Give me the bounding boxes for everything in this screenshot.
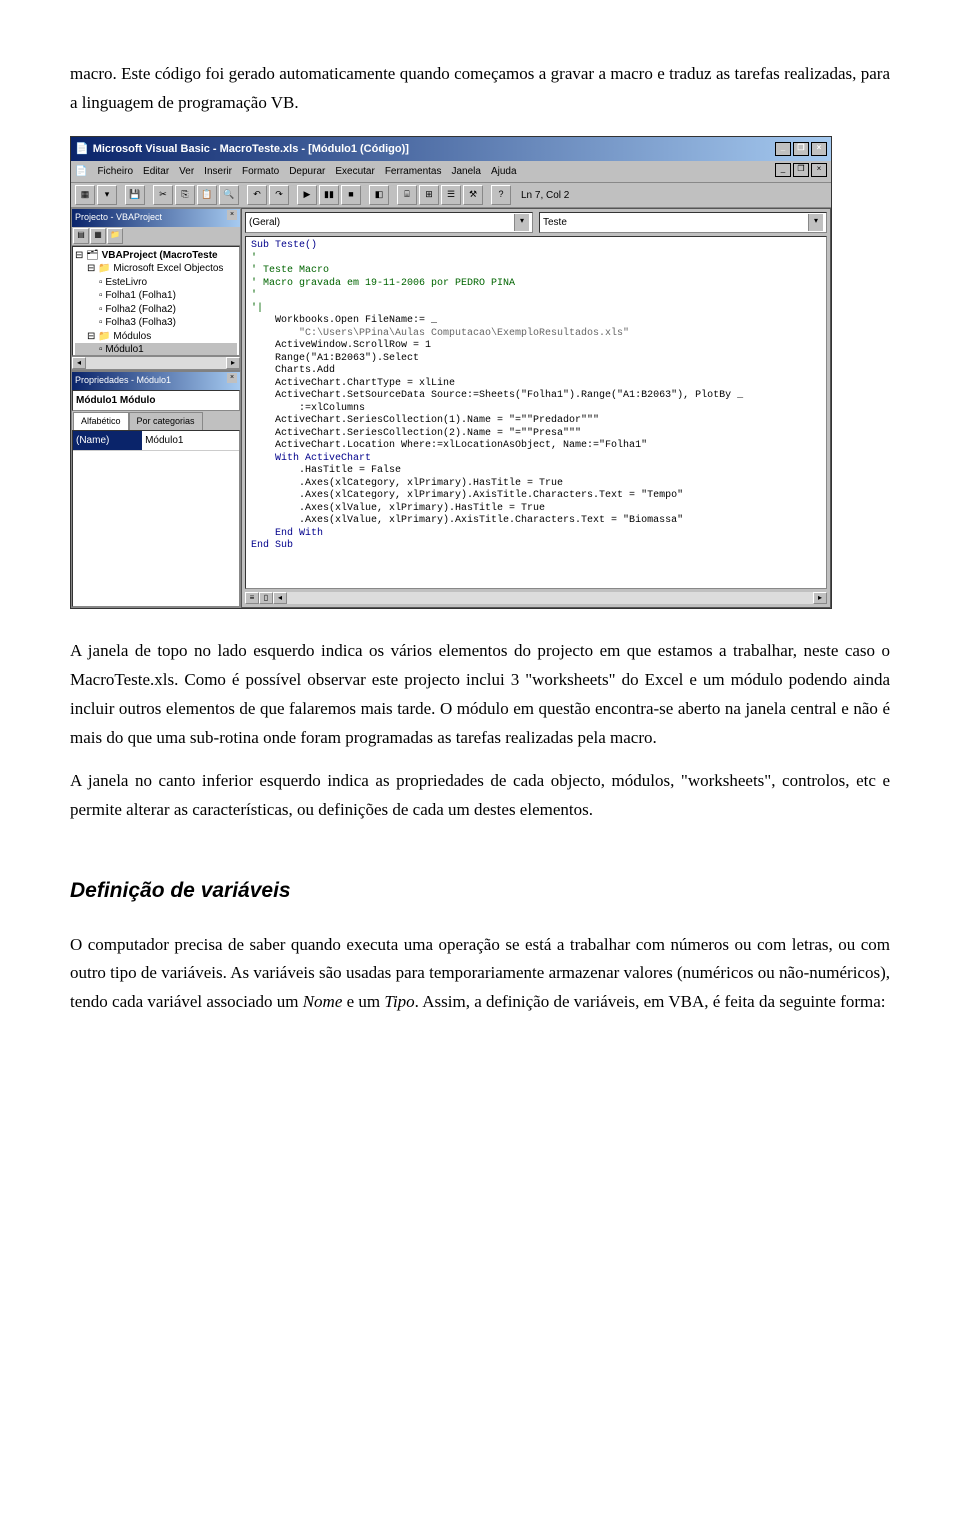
menu-file[interactable]: Ficheiro [97,163,133,180]
code-window: (Geral) ▾ Teste ▾ Sub Teste() ' ' Teste … [241,208,831,608]
properties-object-combo[interactable]: Módulo1 Módulo [72,390,240,411]
object-combo[interactable]: (Geral) ▾ [245,212,533,233]
mdi-minimize-button[interactable]: _ [775,163,791,177]
view-code-button[interactable]: ▤ [73,228,89,244]
project-panel-title: Projecto - VBAProject × [72,209,240,226]
tool-break[interactable]: ▮▮ [319,185,339,205]
view-full-icon[interactable]: ▯ [259,592,273,604]
paragraph-2: A janela de topo no lado esquerdo indica… [70,637,890,753]
menu-insert[interactable]: Inserir [204,163,232,180]
tool-project[interactable]: ⌸ [397,185,417,205]
property-row-name[interactable]: (Name) Módulo1 [73,431,239,451]
project-panel-toolbar: ▤ ▦ 📁 [72,227,240,246]
toggle-folders-button[interactable]: 📁 [107,228,123,244]
tool-insert[interactable]: ▾ [97,185,117,205]
left-column: Projecto - VBAProject × ▤ ▦ 📁 ⊟ 🗂 VBAPro… [71,208,241,608]
maximize-button[interactable]: ❐ [793,142,809,156]
property-name-label: (Name) [73,431,142,450]
tree-folder-modules[interactable]: ⊟ 📁 Módulos [75,330,237,344]
cursor-position: Ln 7, Col 2 [521,187,569,204]
main-area: Projecto - VBAProject × ▤ ▦ 📁 ⊟ 🗂 VBAPro… [71,208,831,608]
tree-folha2[interactable]: ▫ Folha2 (Folha2) [75,303,237,317]
tree-folha3[interactable]: ▫ Folha3 (Folha3) [75,316,237,330]
properties-tabs: Alfabético Por categorias [72,411,240,430]
properties-panel: Propriedades - Módulo1 × Módulo1 Módulo … [71,370,241,608]
mdi-close-button[interactable]: × [811,163,827,177]
chevron-down-icon[interactable]: ▾ [514,214,529,231]
app-icon: 📄 [75,140,89,159]
menubar: 📄 Ficheiro Editar Ver Inserir Formato De… [71,161,831,183]
properties-panel-close-icon[interactable]: × [227,373,237,383]
project-scrollbar[interactable]: ◂ ▸ [72,356,240,369]
tool-help[interactable]: ? [491,185,511,205]
paragraph-intro: macro. Este código foi gerado automatica… [70,60,890,118]
tool-view-excel[interactable]: ▦ [75,185,95,205]
tool-object[interactable]: ☰ [441,185,461,205]
project-explorer-panel: Projecto - VBAProject × ▤ ▦ 📁 ⊟ 🗂 VBAPro… [71,208,241,370]
menu-run[interactable]: Executar [335,163,374,180]
scroll-right-icon[interactable]: ▸ [226,357,240,369]
paragraph-4: O computador precisa de saber quando exe… [70,931,890,1018]
tab-alphabetic[interactable]: Alfabético [73,412,129,430]
tool-design[interactable]: ◧ [369,185,389,205]
procedure-combo-value: Teste [543,214,567,231]
tree-root[interactable]: ⊟ 🗂 VBAProject (MacroTeste [75,249,237,263]
menu-view[interactable]: Ver [179,163,194,180]
scroll-left-icon[interactable]: ◂ [273,592,287,604]
mdi-window-controls: _ ❐ × [775,163,827,180]
tool-run[interactable]: ▶ [297,185,317,205]
minimize-button[interactable]: _ [775,142,791,156]
project-panel-close-icon[interactable]: × [227,210,237,220]
tree-modulo1[interactable]: ▫ Módulo1 [75,343,237,356]
tree-folder-objects[interactable]: ⊟ 📁 Microsoft Excel Objectos [75,262,237,276]
menu-debug[interactable]: Depurar [289,163,325,180]
menu-window[interactable]: Janela [452,163,481,180]
vba-editor-screenshot: 📄 Microsoft Visual Basic - MacroTeste.xl… [70,136,832,610]
tool-find[interactable]: 🔍 [219,185,239,205]
doc-icon: 📄 [75,163,87,180]
paragraph-3: A janela no canto inferior esquerdo indi… [70,767,890,825]
window-controls: _ ❐ × [775,142,827,156]
menu-tools[interactable]: Ferramentas [385,163,442,180]
tool-paste[interactable]: 📋 [197,185,217,205]
tool-copy[interactable]: ⎘ [175,185,195,205]
view-object-button[interactable]: ▦ [90,228,106,244]
tool-undo[interactable]: ↶ [247,185,267,205]
scroll-left-icon[interactable]: ◂ [72,357,86,369]
project-tree[interactable]: ⊟ 🗂 VBAProject (MacroTeste ⊟ 📁 Microsoft… [72,246,240,357]
object-combo-value: (Geral) [249,214,280,231]
tool-cut[interactable]: ✂ [153,185,173,205]
properties-panel-title: Propriedades - Módulo1 × [72,372,240,389]
code-editor[interactable]: Sub Teste() ' ' Teste Macro ' Macro grav… [245,236,827,589]
code-scrollbar[interactable]: ≡ ▯ ◂ ▸ [245,592,827,604]
tool-toolbox[interactable]: ⚒ [463,185,483,205]
toolbar: ▦ ▾ 💾 ✂ ⎘ 📋 🔍 ↶ ↷ ▶ ▮▮ ■ ◧ ⌸ ⊞ ☰ ⚒ ? Ln … [71,183,831,208]
property-name-value[interactable]: Módulo1 [142,431,239,450]
tab-categorized[interactable]: Por categorias [129,412,203,430]
chevron-down-icon[interactable]: ▾ [808,214,823,231]
menu-format[interactable]: Formato [242,163,279,180]
properties-panel-title-text: Propriedades - Módulo1 [75,373,171,388]
close-button[interactable]: × [811,142,827,156]
project-panel-title-text: Projecto - VBAProject [75,210,162,225]
window-title: Microsoft Visual Basic - MacroTeste.xls … [93,140,409,159]
procedure-combo[interactable]: Teste ▾ [539,212,827,233]
window-titlebar: 📄 Microsoft Visual Basic - MacroTeste.xl… [71,137,831,162]
code-combo-row: (Geral) ▾ Teste ▾ [242,209,830,236]
tree-folha1[interactable]: ▫ Folha1 (Folha1) [75,289,237,303]
tool-properties[interactable]: ⊞ [419,185,439,205]
heading-definicao-variaveis: Definição de variáveis [70,873,890,909]
menu-edit[interactable]: Editar [143,163,169,180]
scroll-right-icon[interactable]: ▸ [813,592,827,604]
tool-redo[interactable]: ↷ [269,185,289,205]
tree-estelivro[interactable]: ▫ EsteLivro [75,276,237,290]
tool-reset[interactable]: ■ [341,185,361,205]
tool-save[interactable]: 💾 [125,185,145,205]
mdi-restore-button[interactable]: ❐ [793,163,809,177]
view-procedure-icon[interactable]: ≡ [245,592,259,604]
menu-help[interactable]: Ajuda [491,163,517,180]
properties-grid[interactable]: (Name) Módulo1 [72,430,240,607]
